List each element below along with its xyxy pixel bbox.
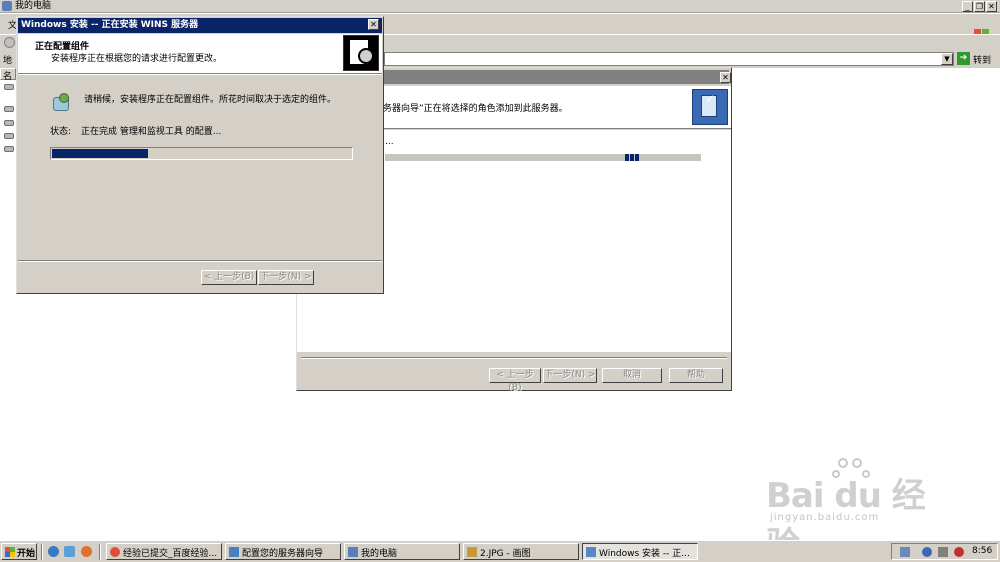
drive-icon[interactable]: [4, 133, 14, 139]
taskbar-task[interactable]: 经验已提交_百度经验...: [106, 543, 222, 560]
baidu-watermark: Bai du 经验 jingyan.baidu.com: [766, 458, 952, 562]
configure-components-icon: [51, 91, 73, 113]
column-header-name[interactable]: 名: [0, 68, 16, 82]
install-cd-icon: [343, 35, 379, 71]
go-button[interactable]: ➔ 转到: [956, 52, 998, 66]
close-icon[interactable]: ✕: [720, 72, 731, 83]
network-icon[interactable]: [900, 547, 910, 557]
media-icon[interactable]: [81, 546, 92, 557]
restore-icon[interactable]: ❐: [974, 1, 985, 12]
computer-icon: [2, 1, 12, 11]
wizard-next-button[interactable]: 下一步(N) >: [543, 368, 597, 383]
windows-setup-dialog: Windows 安装 -- 正在安装 WINS 服务器 ✕ 正在配置组件 安装程…: [16, 16, 384, 294]
windows-flag-icon: [5, 547, 15, 557]
taskbar-task-active[interactable]: Windows 安装 -- 正...: [582, 543, 698, 560]
taskbar-task[interactable]: 2.JPG - 画图: [463, 543, 579, 560]
setup-header: 正在配置组件 安装程序正在根据您的请求进行配置更改。: [18, 34, 382, 74]
setup-icon: [586, 547, 596, 557]
task-label: 配置您的服务器向导: [242, 549, 324, 559]
system-tray: 8:56: [891, 543, 998, 560]
setup-footer-separator: [18, 260, 382, 262]
taskbar-task[interactable]: 我的电脑: [344, 543, 460, 560]
paint-icon: [467, 547, 477, 557]
desktop-icon[interactable]: [64, 546, 75, 557]
drive-icon[interactable]: [4, 84, 14, 90]
setup-status-label: 状态:: [50, 127, 72, 137]
paw-icon: [838, 458, 848, 468]
column-header-label: 名: [3, 72, 13, 82]
ie-icon[interactable]: [48, 546, 59, 557]
setup-back-button[interactable]: < 上一步(B): [201, 270, 257, 285]
taskbar-separator: [99, 544, 101, 560]
wizard-back-button[interactable]: < 上一步(B): [489, 368, 541, 393]
setup-progress-fill: [52, 149, 148, 158]
browser-icon: [110, 547, 120, 557]
setup-status-text: 正在完成 管理和监视工具 的配置...: [81, 127, 222, 137]
task-label: Windows 安装 -- 正...: [599, 549, 690, 559]
setup-next-button[interactable]: 下一步(N) >: [258, 270, 314, 285]
setup-title-bar[interactable]: Windows 安装 -- 正在安装 WINS 服务器 ✕: [18, 18, 382, 33]
watermark-url: jingyan.baidu.com: [770, 512, 880, 523]
explorer-title: 我的电脑: [15, 1, 52, 11]
volume-icon[interactable]: [938, 547, 948, 557]
start-label: 开始: [17, 549, 36, 559]
drive-icon[interactable]: [4, 120, 14, 126]
explorer-title-bar[interactable]: 我的电脑 _ ❐ ✕: [0, 0, 1000, 13]
start-button[interactable]: 开始: [1, 543, 37, 560]
address-input[interactable]: [384, 52, 954, 66]
address-label: 地: [3, 56, 13, 66]
wizard-progress-bar: [385, 154, 701, 161]
drive-icon[interactable]: [4, 106, 14, 112]
minimize-icon[interactable]: _: [962, 1, 973, 12]
help-icon[interactable]: [922, 547, 932, 557]
setup-progress-bar: [50, 147, 353, 160]
close-icon[interactable]: ✕: [986, 1, 997, 12]
setup-title: Windows 安装 -- 正在安装 WINS 服务器: [21, 20, 199, 30]
wizard-header-text: 务器向导”正在将选择的角色添加到此服务器。: [383, 104, 568, 114]
go-label: 转到: [973, 56, 992, 66]
setup-header-separator: [18, 74, 382, 75]
task-label: 我的电脑: [361, 549, 398, 559]
computer-icon: [348, 547, 358, 557]
clock[interactable]: 8:56: [972, 546, 992, 556]
paw-icon: [852, 458, 862, 468]
wizard-help-button[interactable]: 帮助: [669, 368, 723, 383]
wizard-icon: [229, 547, 239, 557]
task-label: 经验已提交_百度经验...: [123, 549, 218, 559]
wizard-cancel-button[interactable]: 取消: [602, 368, 662, 383]
wizard-status-text: ...: [385, 137, 394, 147]
taskbar: 开始 经验已提交_百度经验... 配置您的服务器向导 我的电脑 2.JPG - …: [0, 540, 1000, 562]
address-dropdown-icon[interactable]: ▼: [941, 53, 953, 65]
security-icon[interactable]: [954, 547, 964, 557]
close-icon[interactable]: ✕: [368, 19, 379, 30]
wizard-separator: [301, 357, 727, 359]
taskbar-separator: [41, 544, 43, 560]
server-wizard-icon: ✓: [692, 89, 728, 125]
drive-icon[interactable]: [4, 146, 14, 152]
setup-header-subtitle: 安装程序正在根据您的请求进行配置更改。: [51, 54, 223, 64]
task-label: 2.JPG - 画图: [480, 549, 531, 559]
setup-message: 请稍候，安装程序正在配置组件。所花时间取决于选定的组件。: [84, 95, 337, 105]
taskbar-task[interactable]: 配置您的服务器向导: [225, 543, 341, 560]
go-arrow-icon: ➔: [957, 52, 970, 65]
back-arrow-icon[interactable]: [4, 37, 15, 48]
